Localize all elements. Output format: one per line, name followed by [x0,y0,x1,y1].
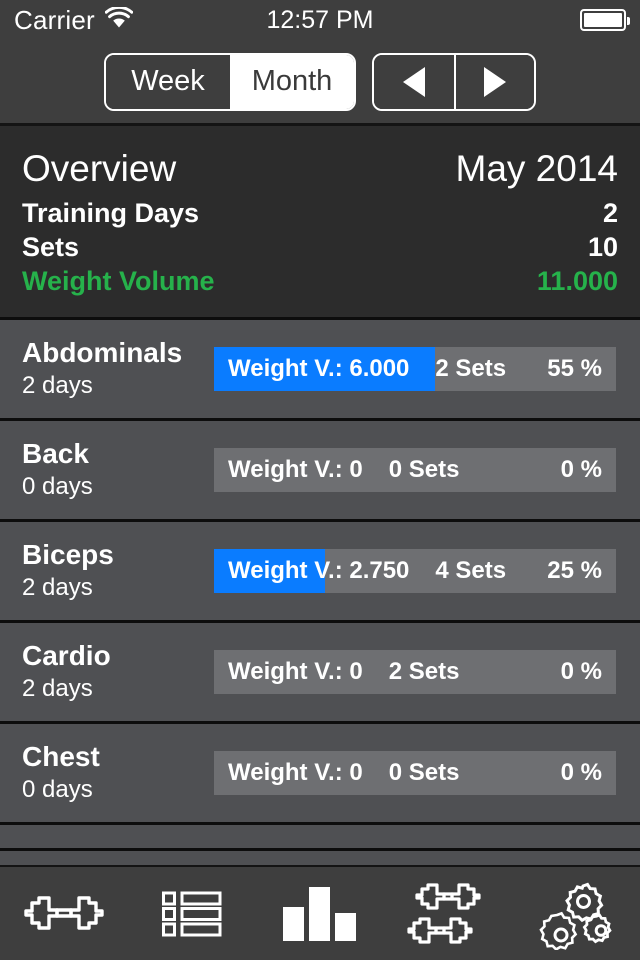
tab-exercises[interactable] [128,867,256,960]
tab-bar [0,865,640,960]
page-title: Overview [22,148,177,189]
bar-percent: 0 % [560,456,602,483]
overview-stat-training-days: Training Days 2 [22,198,618,229]
table-row[interactable]: Cardio 2 days Weight V.: 0 2 Sets 0 % [0,623,640,724]
triangle-left-icon [403,66,425,97]
battery-icon [580,9,630,31]
muscle-group-name: Cardio [22,640,111,672]
overview-panel: Overview May 2014 Training Days 2 Sets 1… [0,126,640,320]
overview-stat-label: Weight Volume [22,266,215,296]
bar-percent: 0 % [560,759,602,786]
table-row[interactable]: Chest 0 days Weight V.: 0 0 Sets 0 % [0,724,640,825]
period-segmented-control[interactable]: Week Month [104,52,356,111]
table-row[interactable]: Back 0 days Weight V.: 0 0 Sets 0 % [0,421,640,522]
row-title-block: Back 0 days [22,438,214,501]
bar-weight-volume: Weight V.: 0 [228,456,363,483]
bar-weight-volume: Weight V.: 6.000 [228,355,410,382]
bar-sets: 0 Sets [388,759,460,786]
progress-bar-labels: Weight V.: 0 0 Sets 0 % [214,751,616,795]
app-screen: Carrier 12:57 PM Week Month Overview May… [0,0,640,960]
muscle-group-name: Back [22,438,89,470]
segment-month[interactable]: Month [230,54,354,109]
row-title-block: Abdominals 2 days [22,337,214,400]
progress-bar-labels: Weight V.: 2.750 4 Sets 25 % [214,549,616,593]
table-row-partial[interactable] [0,825,640,851]
tab-statistics[interactable] [256,867,384,960]
bar-sets: 2 Sets [388,658,460,685]
progress-bar: Weight V.: 0 0 Sets 0 % [214,448,616,492]
muscle-group-days: 0 days [22,472,93,500]
overview-stat-sets: Sets 10 [22,232,618,263]
bar-weight-volume: Weight V.: 2.750 [228,557,410,584]
overview-stat-label: Training Days [22,198,200,228]
overview-period: May 2014 [455,148,619,189]
status-bar-left: Carrier [14,5,134,35]
tab-settings[interactable] [512,867,640,960]
table-row[interactable]: Biceps 2 days Weight V.: 2.750 4 Sets 25… [0,522,640,623]
row-title-block: Biceps 2 days [22,539,214,602]
bar-percent: 55 % [547,355,602,382]
list-icon [162,891,222,937]
bar-weight-volume: Weight V.: 0 [228,658,363,685]
row-title-block: Chest 0 days [22,741,214,804]
next-period-button[interactable] [454,54,534,109]
bar-percent: 0 % [560,658,602,685]
progress-bar-labels: Weight V.: 0 2 Sets 0 % [214,650,616,694]
muscle-group-name: Abdominals [22,337,183,369]
muscle-group-days: 2 days [22,371,93,399]
progress-bar: Weight V.: 0 2 Sets 0 % [214,650,616,694]
progress-bar-labels: Weight V.: 6.000 2 Sets 55 % [214,347,616,391]
bar-weight-volume: Weight V.: 0 [228,759,363,786]
nav-bar: Week Month [0,40,640,126]
progress-bar: Weight V.: 0 0 Sets 0 % [214,751,616,795]
tab-routines[interactable] [384,867,512,960]
muscle-group-days: 2 days [22,674,93,702]
overview-stat-label: Sets [22,232,80,262]
progress-bar: Weight V.: 2.750 4 Sets 25 % [214,549,616,593]
overview-stat-value: 10 [587,232,618,262]
overview-stat-value: 2 [602,198,618,228]
status-bar-right [580,9,630,31]
segment-week[interactable]: Week [106,54,230,109]
bar-sets: 2 Sets [435,355,507,382]
muscle-group-list[interactable]: Abdominals 2 days Weight V.: 6.000 2 Set… [0,320,640,865]
overview-stat-weight-volume: Weight Volume 11.000 [22,266,618,297]
muscle-group-days: 2 days [22,573,93,601]
muscle-group-name: Biceps [22,539,114,571]
status-bar: Carrier 12:57 PM [0,0,640,40]
carrier-label: Carrier [14,5,95,35]
bar-chart-icon [281,885,359,943]
period-stepper[interactable] [372,52,536,111]
tab-workouts[interactable] [0,867,128,960]
overview-stat-value: 11.000 [536,266,618,296]
row-title-block: Cardio 2 days [22,640,214,703]
bar-sets: 4 Sets [435,557,507,584]
table-row[interactable]: Abdominals 2 days Weight V.: 6.000 2 Set… [0,320,640,421]
progress-bar-labels: Weight V.: 0 0 Sets 0 % [214,448,616,492]
dumbbell-icon [18,887,110,941]
muscle-group-name: Chest [22,741,100,773]
two-dumbbells-icon [405,879,491,949]
bar-sets: 0 Sets [388,456,460,483]
overview-header: Overview May 2014 [22,148,618,190]
wifi-icon [104,5,134,34]
battery-fill [584,13,622,27]
previous-period-button[interactable] [374,54,454,109]
triangle-right-icon [484,66,506,97]
gears-icon [536,878,616,950]
bar-percent: 25 % [547,557,602,584]
progress-bar: Weight V.: 6.000 2 Sets 55 % [214,347,616,391]
muscle-group-days: 0 days [22,775,93,803]
